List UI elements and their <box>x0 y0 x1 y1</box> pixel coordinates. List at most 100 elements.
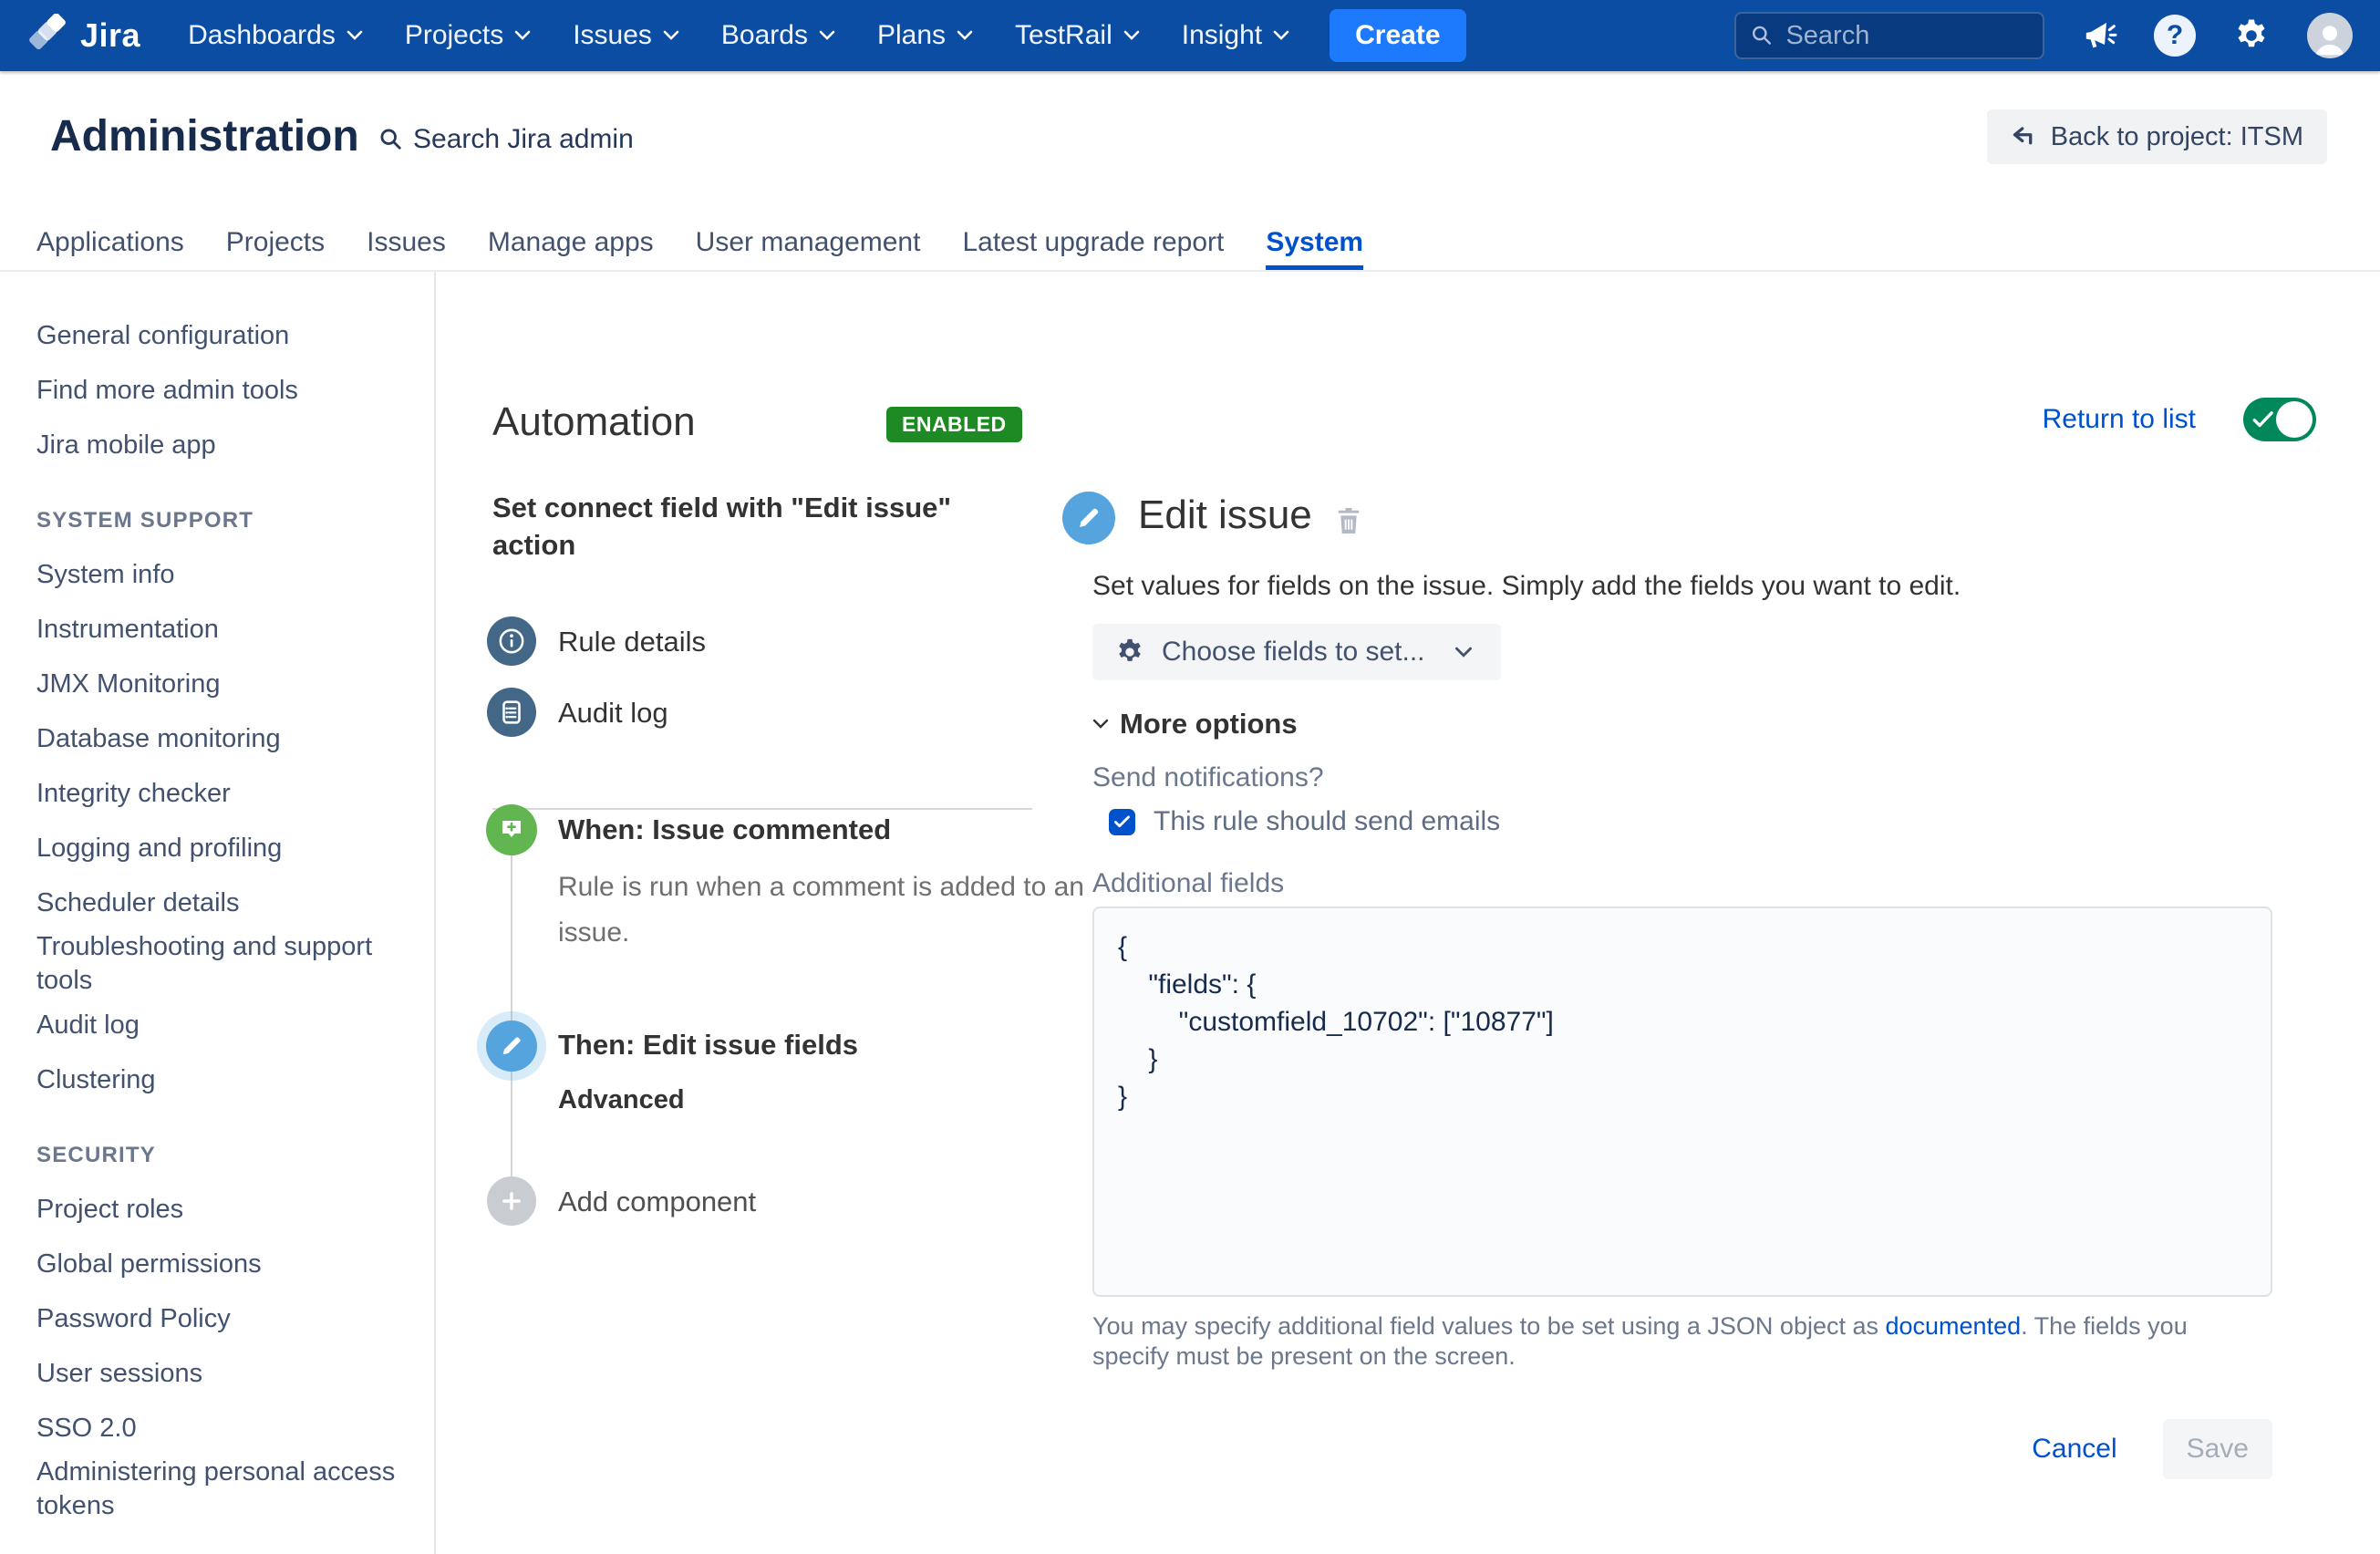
nav-right: ? <box>1734 12 2353 59</box>
sidebar-item-database-monitoring[interactable]: Database monitoring <box>0 711 434 766</box>
sidebar-item-find-more-admin-tools[interactable]: Find more admin tools <box>0 363 434 418</box>
sidebar-item-general-configuration[interactable]: General configuration <box>0 308 434 363</box>
sidebar-item-user-sessions[interactable]: User sessions <box>0 1346 434 1401</box>
search-icon <box>1751 23 1773 48</box>
return-row: Return to list <box>2043 398 2316 441</box>
tab-projects[interactable]: Projects <box>226 215 325 270</box>
editor-title: Edit issue <box>1138 492 1312 538</box>
nav-item-plans[interactable]: Plans <box>877 20 973 51</box>
sidebar-item-global-permissions[interactable]: Global permissions <box>0 1237 434 1291</box>
back-to-project-button[interactable]: Back to project: ITSM <box>1987 109 2327 164</box>
brand-name: Jira <box>80 16 140 55</box>
check-icon <box>2251 409 2275 430</box>
admin-tabs: Applications Projects Issues Manage apps… <box>36 215 1363 270</box>
toggle-knob <box>2276 401 2313 438</box>
edit-action-icon[interactable] <box>486 1020 537 1072</box>
sidebar-item-project-roles[interactable]: Project roles <box>0 1182 434 1237</box>
when-title[interactable]: When: Issue commented <box>558 813 891 846</box>
sidebar-item-jmx-monitoring[interactable]: JMX Monitoring <box>0 657 434 711</box>
sidebar-item-troubleshooting[interactable]: Troubleshooting and support tools <box>0 930 434 998</box>
nav-item-dashboards[interactable]: Dashboards <box>188 20 363 51</box>
search-input[interactable] <box>1785 21 2028 51</box>
gear-icon[interactable] <box>2232 16 2271 55</box>
choose-fields-button[interactable]: Choose fields to set... <box>1092 624 1501 680</box>
sidebar-item-password-policy[interactable]: Password Policy <box>0 1291 434 1346</box>
then-subtitle: Advanced <box>558 1085 685 1115</box>
send-notifications-label: Send notifications? <box>1092 762 1324 793</box>
chevron-down-icon <box>1273 30 1289 41</box>
gear-icon <box>1114 637 1145 668</box>
nav-item-projects[interactable]: Projects <box>405 20 531 51</box>
sidebar-item-scheduler-details[interactable]: Scheduler details <box>0 875 434 930</box>
pencil-icon <box>1062 492 1115 544</box>
chevron-down-icon <box>1454 647 1473 658</box>
sidebar-item-integrity-checker[interactable]: Integrity checker <box>0 766 434 821</box>
sidebar-item-audit-log[interactable]: Audit log <box>0 998 434 1052</box>
then-title[interactable]: Then: Edit issue fields <box>558 1029 858 1062</box>
create-button[interactable]: Create <box>1330 9 1465 62</box>
rail-divider <box>492 808 1032 810</box>
help-text: You may specify additional field values … <box>1092 1311 2251 1372</box>
nav-item-issues[interactable]: Issues <box>573 20 679 51</box>
sidebar-item-jira-mobile-app[interactable]: Jira mobile app <box>0 418 434 472</box>
tab-user-management[interactable]: User management <box>696 215 921 270</box>
audit-log-link[interactable]: Audit log <box>558 697 668 730</box>
check-icon <box>1113 814 1131 829</box>
tab-latest-upgrade-report[interactable]: Latest upgrade report <box>962 215 1224 270</box>
chevron-down-icon <box>819 30 835 41</box>
checkbox-checked[interactable] <box>1109 809 1135 835</box>
sidebar-heading-security: SECURITY <box>0 1140 434 1171</box>
system-sidebar: General configuration Find more admin to… <box>0 272 436 1554</box>
tab-manage-apps[interactable]: Manage apps <box>488 215 654 270</box>
checkbox-label: This rule should send emails <box>1154 806 1500 837</box>
timeline-connector <box>511 855 512 1176</box>
sidebar-item-instrumentation[interactable]: Instrumentation <box>0 602 434 657</box>
announcements-icon[interactable] <box>2081 17 2117 54</box>
return-arrow-icon <box>2011 125 2038 149</box>
tab-issues[interactable]: Issues <box>367 215 446 270</box>
chevron-down-icon <box>957 30 973 41</box>
audit-log-icon[interactable] <box>487 688 536 737</box>
sidebar-item-logging-and-profiling[interactable]: Logging and profiling <box>0 821 434 875</box>
json-content: { "fields": { "customfield_10702": ["108… <box>1118 928 2247 1115</box>
chevron-down-icon <box>1092 719 1109 730</box>
when-description: Rule is run when a comment is added to a… <box>558 865 1123 956</box>
sidebar-item-personal-access-tokens[interactable]: Administering personal access tokens <box>0 1456 434 1523</box>
send-emails-option[interactable]: This rule should send emails <box>1109 806 1500 837</box>
primary-nav: Dashboards Projects Issues Boards Plans … <box>188 20 1289 51</box>
nav-item-testrail[interactable]: TestRail <box>1015 20 1140 51</box>
sidebar-item-clustering[interactable]: Clustering <box>0 1052 434 1107</box>
save-button: Save <box>2163 1419 2272 1479</box>
additional-fields-label: Additional fields <box>1092 868 1284 899</box>
user-avatar[interactable] <box>2307 13 2353 58</box>
sidebar-item-system-info[interactable]: System info <box>0 547 434 602</box>
cancel-button[interactable]: Cancel <box>2032 1434 2116 1465</box>
nav-item-boards[interactable]: Boards <box>721 20 835 51</box>
add-component-icon[interactable] <box>487 1176 536 1226</box>
search-icon <box>378 127 404 152</box>
chevron-down-icon <box>663 30 679 41</box>
add-component-link[interactable]: Add component <box>558 1186 756 1218</box>
additional-fields-input[interactable]: { "fields": { "customfield_10702": ["108… <box>1092 906 2272 1297</box>
status-badge: ENABLED <box>886 407 1022 442</box>
tab-system[interactable]: System <box>1266 215 1363 270</box>
rule-enabled-toggle[interactable] <box>2243 398 2316 441</box>
nav-item-insight[interactable]: Insight <box>1182 20 1289 51</box>
chevron-down-icon <box>514 30 531 41</box>
chevron-down-icon <box>347 30 363 41</box>
sidebar-item-sso[interactable]: SSO 2.0 <box>0 1401 434 1456</box>
info-icon[interactable] <box>487 616 536 666</box>
return-to-list-link[interactable]: Return to list <box>2043 404 2196 435</box>
more-options-toggle[interactable]: More options <box>1092 708 1298 741</box>
jira-logo[interactable]: Jira <box>27 14 140 58</box>
form-actions: Cancel Save <box>2032 1419 2272 1479</box>
documented-link[interactable]: documented <box>1886 1312 2022 1340</box>
tab-applications[interactable]: Applications <box>36 215 184 270</box>
help-icon[interactable]: ? <box>2154 15 2196 57</box>
rule-details-link[interactable]: Rule details <box>558 626 706 658</box>
automation-title: Automation <box>492 399 696 445</box>
comment-trigger-icon[interactable] <box>486 804 537 855</box>
trash-icon[interactable] <box>1336 505 1361 541</box>
global-search[interactable] <box>1734 12 2044 59</box>
search-jira-admin-link[interactable]: Search Jira admin <box>378 124 634 155</box>
